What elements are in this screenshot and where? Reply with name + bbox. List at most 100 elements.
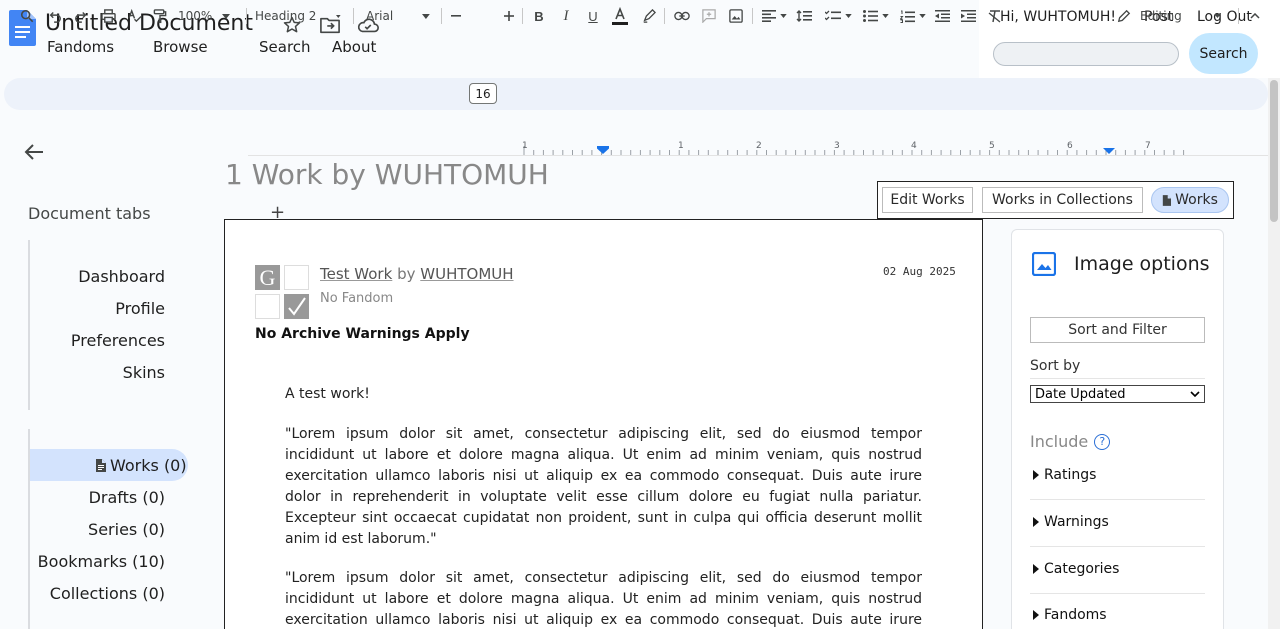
filter-warnings[interactable]: Warnings (1033, 514, 1109, 530)
document-tabs-title: Document tabs (28, 204, 151, 223)
spellcheck-icon[interactable] (124, 0, 144, 32)
divider (1030, 378, 1205, 379)
editor-toolbar (4, 78, 1268, 110)
caret-right-icon (1033, 517, 1039, 527)
insert-link-icon[interactable] (672, 0, 692, 32)
work-summary: A test work! (285, 386, 370, 402)
chevron-down-icon (222, 13, 231, 19)
checklist-icon (824, 10, 841, 21)
editing-mode-select[interactable]: Editing (1117, 0, 1227, 32)
sidebar-item-collections[interactable]: Collections (0) (50, 584, 165, 603)
filter-ratings[interactable]: Ratings (1033, 467, 1096, 483)
sort-by-label: Sort by (1030, 358, 1081, 374)
nav-fandoms-link[interactable]: Fandoms (47, 38, 153, 56)
bulleted-list-icon (863, 10, 878, 22)
site-nav: Fandoms Browse Search About (47, 38, 376, 56)
font-size-input[interactable]: 16 (469, 83, 497, 104)
decrease-indent-icon[interactable] (932, 0, 952, 32)
checklist-select[interactable] (822, 0, 854, 32)
text-color-icon[interactable] (610, 0, 630, 32)
work-required-tags[interactable]: G (255, 265, 309, 319)
sidebar-item-skins[interactable]: Skins (123, 363, 165, 382)
italic-icon[interactable]: I (557, 0, 575, 32)
caret-right-icon (1033, 564, 1039, 574)
nav-about-link[interactable]: About (332, 38, 376, 56)
works-in-collections-button[interactable]: Works in Collections (982, 187, 1143, 213)
include-label: Include (1030, 432, 1089, 451)
sidebar-item-drafts[interactable]: Drafts (0) (89, 488, 165, 507)
scrollbar-thumb[interactable] (1270, 80, 1278, 222)
sidebar-item-preferences[interactable]: Preferences (71, 331, 165, 350)
ruler-label: 6 (1067, 141, 1073, 151)
sort-and-filter-button[interactable]: Sort and Filter (1030, 317, 1205, 343)
work-warning[interactable]: No Archive Warnings Apply (255, 326, 470, 342)
numbered-list-icon (900, 10, 915, 23)
collapse-toolbar-icon[interactable] (1247, 0, 1263, 32)
clear-formatting-icon[interactable] (985, 0, 1005, 32)
align-select[interactable] (760, 0, 788, 32)
works-button[interactable]: Works (1151, 187, 1229, 213)
sort-by-select[interactable]: Date Updated (1030, 385, 1205, 403)
increase-font-size-icon[interactable] (502, 0, 516, 32)
ruler-label: 4 (911, 141, 917, 151)
work-author-link[interactable]: WUHTOMUH (420, 265, 513, 283)
chevron-down-icon (882, 14, 889, 18)
ruler-label: 7 (1145, 141, 1151, 151)
work-fandom[interactable]: No Fandom (320, 291, 393, 306)
sidebar-item-bookmarks[interactable]: Bookmarks (10) (38, 552, 165, 571)
bulleted-list-select[interactable] (861, 0, 891, 32)
left-indent-marker-icon[interactable] (597, 146, 609, 154)
ruler-label: 2 (756, 141, 762, 151)
underline-icon[interactable]: U (584, 0, 602, 32)
redo-icon[interactable] (71, 0, 91, 32)
right-indent-marker-icon[interactable] (1103, 148, 1115, 154)
add-comment-icon[interactable] (699, 0, 719, 32)
highlight-color-icon[interactable] (639, 0, 659, 32)
back-arrow-icon[interactable] (22, 140, 46, 164)
work-title-link[interactable]: Test Work (320, 265, 392, 283)
undo-icon[interactable] (45, 0, 65, 32)
line-spacing-icon[interactable] (794, 0, 814, 32)
pencil-icon (1117, 9, 1131, 23)
insert-image-icon[interactable] (726, 0, 746, 32)
user-greeting[interactable]: Hi, WUHTOMUH! (1000, 9, 1116, 25)
site-search-button[interactable]: Search (1189, 33, 1258, 74)
paragraph-style-value: Heading 2 (255, 9, 317, 23)
caret-right-icon (1033, 610, 1039, 620)
sidebar-item-dashboard[interactable]: Dashboard (78, 267, 165, 286)
numbered-list-select[interactable] (897, 0, 929, 32)
increase-indent-icon[interactable] (958, 0, 978, 32)
align-left-icon (761, 10, 776, 22)
image-options-title: Image options (1074, 253, 1210, 275)
rating-general-icon: G (255, 265, 280, 290)
decrease-font-size-icon[interactable] (449, 0, 463, 32)
zoom-select[interactable]: 100% (178, 0, 234, 32)
chevron-down-icon (844, 14, 852, 18)
help-icon[interactable]: ? (1094, 433, 1111, 450)
paragraph-style-select[interactable]: Heading 2 (255, 0, 341, 32)
paint-format-icon[interactable] (150, 0, 170, 32)
chevron-down-icon (1214, 14, 1221, 18)
nav-browse-link[interactable]: Browse (153, 38, 259, 56)
toolbar-divider (353, 8, 354, 24)
complete-check-icon (284, 294, 309, 319)
chevron-down-icon (1190, 391, 1200, 398)
search-menus-icon[interactable] (17, 0, 37, 32)
edit-works-button[interactable]: Edit Works (882, 187, 973, 213)
sidebar-item-works[interactable]: Works (0) (95, 456, 187, 475)
sidebar-item-profile[interactable]: Profile (115, 299, 165, 318)
bold-icon[interactable]: B (530, 0, 548, 32)
sidebar-divider (28, 240, 30, 410)
filter-categories[interactable]: Categories (1033, 561, 1119, 577)
print-icon[interactable] (98, 0, 118, 32)
divider (1030, 593, 1205, 594)
ruler-label: 1 (522, 141, 528, 151)
summary-paragraph: "Lorem ipsum dolor sit amet, consectetur… (285, 426, 922, 547)
nav-search-link[interactable]: Search (259, 38, 332, 56)
site-search-input[interactable] (993, 42, 1179, 66)
sidebar-item-series[interactable]: Series (0) (88, 520, 165, 539)
filter-fandoms[interactable]: Fandoms (1033, 607, 1107, 623)
font-family-select[interactable]: Arial (366, 0, 430, 32)
font-family-value: Arial (366, 9, 394, 23)
work-date: 02 Aug 2025 (883, 265, 956, 278)
